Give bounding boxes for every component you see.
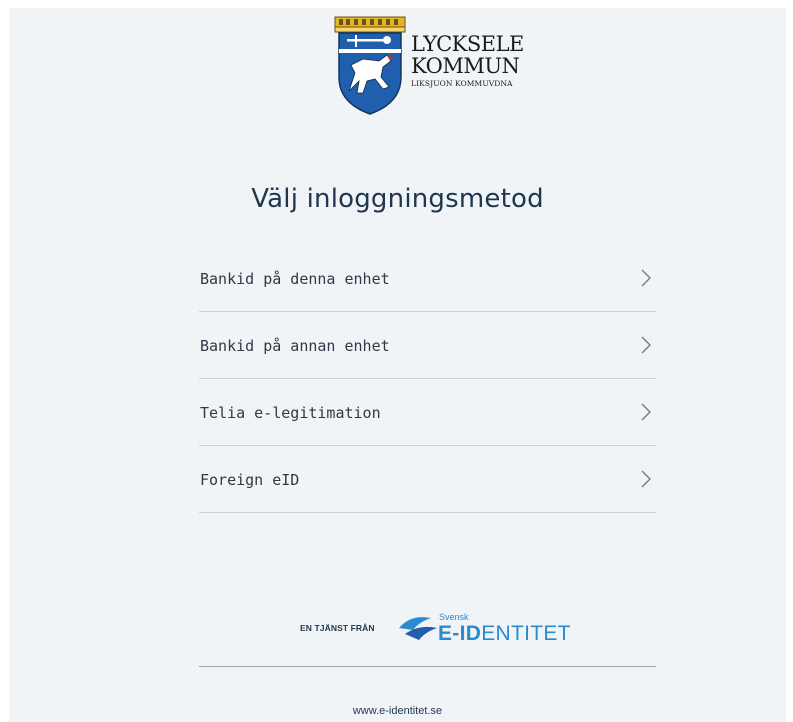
provider-badge: EN TJÄNST FRÅN Svensk E-IDENTITET	[9, 610, 786, 646]
footer-divider	[199, 666, 656, 667]
menu-item-label: Foreign eID	[200, 471, 300, 489]
brand-bold-text: E-ID	[438, 622, 482, 645]
chevron-right-icon	[641, 269, 651, 287]
logo-text: LYCKSELE KOMMUN LIKSJUON KOMMUVDNA	[411, 33, 524, 91]
brand-regular-text: ENTITET	[481, 622, 571, 645]
coat-of-arms-icon	[334, 16, 406, 115]
login-method-foreign-eid[interactable]: Foreign eID	[199, 446, 656, 513]
chevron-right-icon	[641, 470, 651, 488]
footer-website-link[interactable]: www.e-identitet.se	[9, 705, 786, 717]
logo-line-3: LIKSJUON KOMMUVDNA	[411, 79, 513, 88]
login-page: LYCKSELE KOMMUN LIKSJUON KOMMUVDNA Välj …	[9, 8, 786, 722]
chevron-right-icon	[641, 403, 651, 421]
logo-line-1: LYCKSELE	[411, 32, 524, 56]
chevron-right-icon	[641, 336, 651, 354]
brand-name: E-IDENTITET	[438, 622, 571, 646]
provider-prefix: EN TJÄNST FRÅN	[300, 623, 375, 633]
login-method-bankid-other-device[interactable]: Bankid på annan enhet	[199, 312, 656, 379]
login-method-list: Bankid på denna enhet Bankid på annan en…	[199, 245, 656, 513]
menu-item-label: Bankid på denna enhet	[200, 270, 390, 288]
login-method-bankid-this-device[interactable]: Bankid på denna enhet	[199, 245, 656, 312]
page-title: Välj inloggningsmetod	[251, 184, 544, 214]
municipality-logo: LYCKSELE KOMMUN LIKSJUON KOMMUVDNA	[333, 15, 533, 117]
brand-small-text: Svensk	[439, 612, 469, 622]
e-identitet-logo-icon	[399, 617, 437, 640]
login-method-telia[interactable]: Telia e-legitimation	[199, 379, 656, 446]
menu-item-label: Telia e-legitimation	[200, 404, 381, 422]
logo-line-2: KOMMUN	[411, 54, 520, 78]
menu-item-label: Bankid på annan enhet	[200, 337, 390, 355]
